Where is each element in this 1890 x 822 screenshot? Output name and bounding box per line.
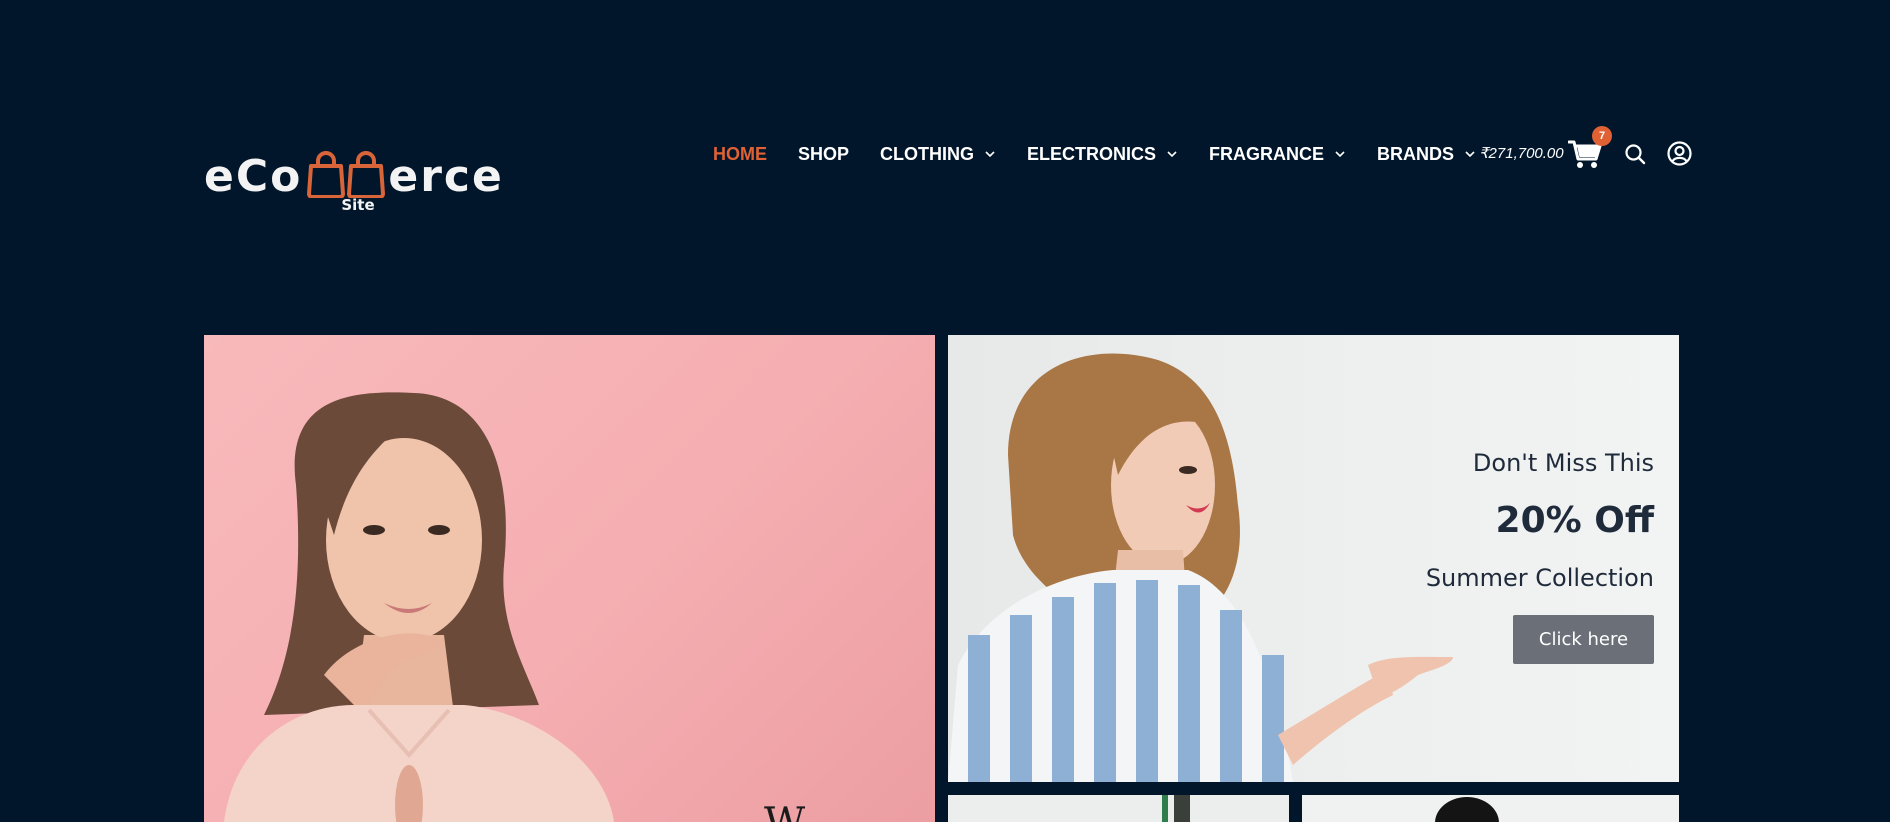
nav-label: BRANDS [1377,143,1455,164]
chevron-down-icon [985,151,995,158]
nav-label: HOME [713,143,767,164]
nav-label: ELECTRONICS [1027,143,1157,164]
chevron-down-icon [1167,151,1177,158]
logo-text-right: erce [388,151,504,202]
main-nav: HOME SHOP CLOTHING ELECTRONICS FRAGRANCE… [713,140,1507,168]
hero-left-caption: W [764,800,805,822]
nav-item-clothing[interactable]: CLOTHING [880,144,996,165]
chevron-down-icon [1465,151,1475,158]
logo-text-left: eCo [204,151,303,202]
model-photo-right [948,353,1453,782]
cart-total[interactable]: ₹271,700.00 [1479,144,1564,162]
nav-label: SHOP [798,143,850,164]
model-photo-left [224,392,614,822]
nav-item-electronics[interactable]: ELECTRONICS [1027,144,1178,165]
cart-count-badge: 7 [1592,126,1612,146]
category-banner-2[interactable] [1302,795,1679,822]
promo-kicker: Don't Miss This [1472,449,1654,477]
shopping-bag-icon [307,151,345,198]
nav-item-shop[interactable]: SHOP [798,144,849,165]
click-here-button[interactable]: Click here [1513,615,1654,664]
promo-subtitle: Summer Collection [1425,564,1654,592]
account-icon[interactable] [1667,141,1692,166]
category-photo-1 [1162,795,1190,822]
nav-label: FRAGRANCE [1209,143,1325,164]
hero-banner-left[interactable]: W [204,335,935,822]
logo-subtitle: Site [341,196,375,214]
category-banner-1[interactable] [948,795,1289,822]
category-photo-2 [1435,797,1499,822]
chevron-down-icon [1335,151,1345,158]
nav-label: CLOTHING [880,143,975,164]
site-logo[interactable]: eCo erce Site [204,148,502,214]
nav-item-home[interactable]: HOME [713,144,767,165]
hero-banner-right[interactable]: Don't Miss This 20% Off Summer Collectio… [948,335,1679,782]
promo-headline: 20% Off [1495,500,1654,541]
search-icon[interactable] [1624,143,1646,165]
nav-item-brands[interactable]: BRANDS [1377,144,1476,165]
shopping-bag-icon [347,151,385,198]
nav-item-fragrance[interactable]: FRAGRANCE [1209,144,1346,165]
